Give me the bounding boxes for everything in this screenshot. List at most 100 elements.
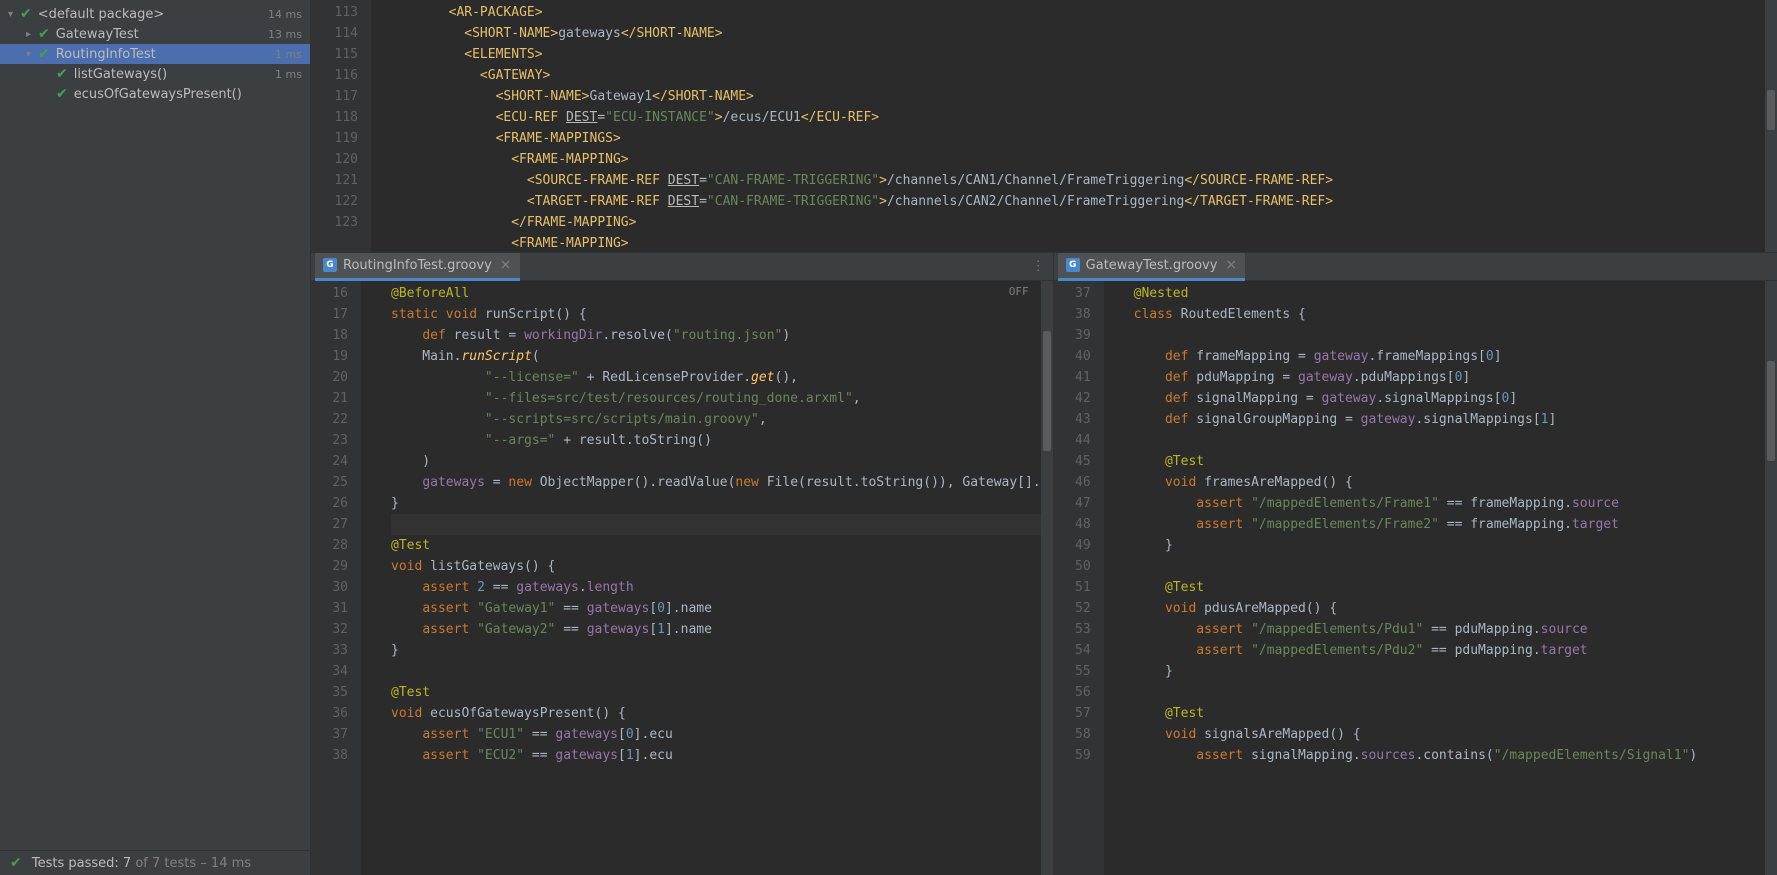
code-line: <SHORT-NAME>gateways</SHORT-NAME>: [386, 23, 1765, 44]
test-results-panel: ▾ ✔ <default package> 14 ms ▸✔GatewayTes…: [0, 0, 311, 875]
close-icon[interactable]: ×: [500, 257, 512, 273]
right-editor-pane: G GatewayTest.groovy × 37383940414243444…: [1054, 253, 1777, 875]
tab-label: GatewayTest.groovy: [1086, 258, 1218, 273]
tab-routing-info-test[interactable]: G RoutingInfoTest.groovy ×: [315, 253, 520, 281]
code-line: def result = workingDir.resolve("routing…: [391, 325, 1041, 346]
tabs-left: G RoutingInfoTest.groovy × ⋮: [311, 253, 1053, 281]
code-line: assert "/mappedElements/Pdu2" == pduMapp…: [1134, 640, 1765, 661]
code-line: assert "Gateway1" == gateways[0].name: [391, 598, 1041, 619]
code-line: "--args=" + result.toString(): [391, 430, 1041, 451]
left-editor-pane: G RoutingInfoTest.groovy × ⋮ 16171819202…: [311, 253, 1054, 875]
check-icon: ✔: [38, 46, 50, 62]
code-line: [1134, 682, 1765, 703]
check-icon: ✔: [56, 86, 68, 102]
code-line: @Test: [391, 535, 1041, 556]
test-label: ecusOfGatewaysPresent(): [74, 87, 294, 102]
test-label: listGateways(): [74, 67, 267, 82]
code-line: assert signalMapping.sources.contains("/…: [1134, 745, 1765, 766]
code-line: "--license=" + RedLicenseProvider.get(),: [391, 367, 1041, 388]
code-area[interactable]: @Nestedclass RoutedElements { def frameM…: [1104, 281, 1765, 875]
test-node[interactable]: ✔ ecusOfGatewaysPresent(): [0, 84, 310, 104]
code-line: }: [391, 640, 1041, 661]
code-line: Main.runScript(: [391, 346, 1041, 367]
code-line: <FRAME-MAPPINGS>: [386, 128, 1765, 149]
code-line: void signalsAreMapped() {: [1134, 724, 1765, 745]
code-line: [1134, 556, 1765, 577]
groovy-file-icon: G: [323, 258, 337, 272]
code-line: <ELEMENTS>: [386, 44, 1765, 65]
code-editor[interactable]: 3738394041424344454647484950515253545556…: [1054, 281, 1777, 875]
code-line: }: [1134, 661, 1765, 682]
close-icon[interactable]: ×: [1225, 257, 1237, 273]
chevron-icon: ▸: [26, 29, 38, 40]
code-line: def signalGroupMapping = gateway.signalM…: [1134, 409, 1765, 430]
code-line: }: [391, 493, 1041, 514]
code-editor[interactable]: 1617181920212223242526272829303132333435…: [311, 281, 1053, 875]
code-line: <SOURCE-FRAME-REF DEST="CAN-FRAME-TRIGGE…: [386, 170, 1765, 191]
code-line: @Test: [391, 682, 1041, 703]
code-line: </FRAME-MAPPING>: [386, 212, 1765, 233]
code-line: @Test: [1134, 577, 1765, 598]
test-node[interactable]: ✔listGateways()1 ms: [0, 64, 310, 84]
test-time: 1 ms: [275, 48, 302, 61]
code-line: def frameMapping = gateway.frameMappings…: [1134, 346, 1765, 367]
passed-count: 7: [123, 856, 131, 871]
scrollbar[interactable]: [1765, 281, 1777, 875]
code-line: void ecusOfGatewaysPresent() {: [391, 703, 1041, 724]
code-line: void framesAreMapped() {: [1134, 472, 1765, 493]
chevron-icon: ▾: [26, 49, 38, 60]
code-line: def signalMapping = gateway.signalMappin…: [1134, 388, 1765, 409]
inspection-off-badge[interactable]: OFF: [1009, 285, 1029, 298]
code-line: [391, 514, 1041, 535]
gutter: 113114115116117118119120121122123: [311, 0, 371, 252]
code-line: <FRAME-MAPPING>: [386, 233, 1765, 252]
code-line: <SHORT-NAME>Gateway1</SHORT-NAME>: [386, 86, 1765, 107]
test-node-root[interactable]: ▾ ✔ <default package> 14 ms: [0, 4, 310, 24]
code-line: assert "ECU2" == gateways[1].ecu: [391, 745, 1041, 766]
code-line: <AR-PACKAGE>: [386, 2, 1765, 23]
code-line: [391, 661, 1041, 682]
code-line: @Nested: [1134, 283, 1765, 304]
code-line: assert "Gateway2" == gateways[1].name: [391, 619, 1041, 640]
code-line: assert "ECU1" == gateways[0].ecu: [391, 724, 1041, 745]
code-area[interactable]: OFF @BeforeAllstatic void runScript() { …: [361, 281, 1041, 875]
scrollbar[interactable]: [1041, 281, 1053, 875]
check-icon: ✔: [38, 26, 50, 42]
tests-status-bar: ✔ Tests passed: 7 of 7 tests – 14 ms: [0, 850, 310, 875]
code-line: def pduMapping = gateway.pduMappings[0]: [1134, 367, 1765, 388]
check-icon: ✔: [20, 6, 32, 22]
code-line: @Test: [1134, 451, 1765, 472]
check-icon: ✔: [10, 855, 22, 871]
code-line: [1134, 430, 1765, 451]
gutter: 1617181920212223242526272829303132333435…: [311, 281, 361, 875]
top-editor[interactable]: 113114115116117118119120121122123 <AR-PA…: [311, 0, 1777, 252]
test-time: 13 ms: [268, 28, 302, 41]
tabs-right: G GatewayTest.groovy ×: [1054, 253, 1777, 281]
code-line: void listGateways() {: [391, 556, 1041, 577]
tab-gateway-test[interactable]: G GatewayTest.groovy ×: [1058, 253, 1246, 281]
code-line: }: [1134, 535, 1765, 556]
gutter: 3738394041424344454647484950515253545556…: [1054, 281, 1104, 875]
code-line: assert "/mappedElements/Pdu1" == pduMapp…: [1134, 619, 1765, 640]
code-line: ): [391, 451, 1041, 472]
code-line: class RoutedElements {: [1134, 304, 1765, 325]
chevron-down-icon: ▾: [8, 9, 20, 20]
test-label: GatewayTest: [56, 27, 260, 42]
groovy-file-icon: G: [1066, 258, 1080, 272]
code-line: @Test: [1134, 703, 1765, 724]
code-line: <ECU-REF DEST="ECU-INSTANCE">/ecus/ECU1<…: [386, 107, 1765, 128]
code-line: void pdusAreMapped() {: [1134, 598, 1765, 619]
test-tree[interactable]: ▾ ✔ <default package> 14 ms ▸✔GatewayTes…: [0, 0, 310, 850]
test-label: RoutingInfoTest: [56, 47, 267, 62]
code-area[interactable]: <AR-PACKAGE> <SHORT-NAME>gateways</SHORT…: [371, 0, 1765, 252]
code-line: "--scripts=src/scripts/main.groovy",: [391, 409, 1041, 430]
test-time: 14 ms: [268, 8, 302, 21]
test-time: 1 ms: [275, 68, 302, 81]
tab-more-icon[interactable]: ⋮: [1024, 259, 1053, 274]
code-line: <TARGET-FRAME-REF DEST="CAN-FRAME-TRIGGE…: [386, 191, 1765, 212]
scrollbar[interactable]: [1765, 0, 1777, 252]
test-node[interactable]: ▾✔ RoutingInfoTest 1 ms: [0, 44, 310, 64]
code-line: <FRAME-MAPPING>: [386, 149, 1765, 170]
test-node[interactable]: ▸✔ GatewayTest 13 ms: [0, 24, 310, 44]
code-line: @BeforeAll: [391, 283, 1041, 304]
